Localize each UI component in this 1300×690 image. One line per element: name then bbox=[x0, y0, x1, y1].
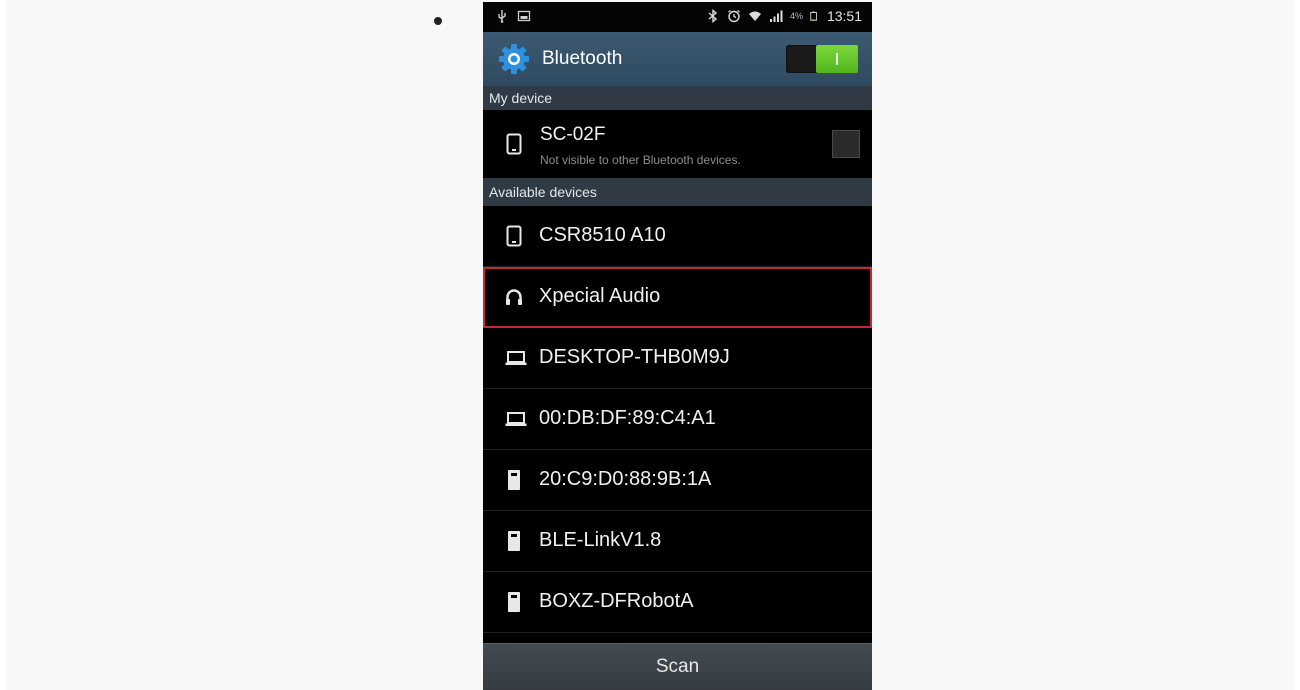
status-clock: 13:51 bbox=[826, 8, 862, 24]
device-name: CSR8510 A10 bbox=[539, 224, 666, 246]
section-header-available: Available devices bbox=[483, 178, 872, 206]
wifi-icon bbox=[748, 11, 761, 21]
device-row[interactable]: DESKTOP-THB0M9J bbox=[483, 328, 872, 389]
scan-button[interactable]: Scan bbox=[483, 643, 872, 690]
settings-gear-icon[interactable] bbox=[497, 42, 531, 76]
device-icon bbox=[508, 592, 520, 612]
headphones-icon bbox=[506, 289, 522, 305]
page-title: Bluetooth bbox=[542, 48, 623, 69]
battery-percent: 4% bbox=[789, 11, 803, 21]
device-icon bbox=[508, 531, 520, 551]
alarm-icon bbox=[728, 9, 740, 23]
phone-icon bbox=[506, 133, 522, 155]
my-device-name: SC-02F bbox=[540, 124, 606, 145]
device-name: BLE-LinkV1.8 bbox=[539, 529, 662, 551]
action-bar: Bluetooth bbox=[483, 32, 872, 86]
my-device-visibility: Not visible to other Bluetooth devices. bbox=[540, 153, 741, 167]
bluetooth-toggle[interactable] bbox=[786, 45, 858, 73]
visibility-checkbox[interactable] bbox=[832, 130, 860, 158]
phone-icon bbox=[506, 225, 522, 247]
device-row[interactable]: 00:DB:DF:89:C4:A1 bbox=[483, 389, 872, 450]
bluetooth-icon bbox=[708, 9, 718, 23]
laptop-icon bbox=[505, 412, 527, 426]
device-row[interactable]: BLE-LinkV1.8 bbox=[483, 511, 872, 572]
device-row[interactable]: BOXZ-DFRobotA bbox=[483, 572, 872, 633]
my-device-row[interactable]: SC-02F Not visible to other Bluetooth de… bbox=[483, 110, 872, 178]
status-bar: 4% 13:51 bbox=[483, 2, 872, 32]
list-bullet bbox=[434, 17, 442, 25]
phone-screen: 4% 13:51 Bluetooth My device SC-02F Not … bbox=[483, 2, 872, 690]
device-name: BOXZ-DFRobotA bbox=[539, 590, 694, 612]
battery-icon bbox=[810, 11, 817, 21]
device-row-selected[interactable]: Xpecial Audio bbox=[483, 267, 872, 328]
available-device-list: CSR8510 A10 Xpecial Audio DESKTOP-THB0M9… bbox=[483, 206, 872, 633]
device-icon bbox=[508, 470, 520, 490]
device-row[interactable]: CSR8510 A10 bbox=[483, 206, 872, 267]
device-name: Xpecial Audio bbox=[539, 285, 661, 307]
device-name: 00:DB:DF:89:C4:A1 bbox=[539, 407, 716, 429]
device-name: 20:C9:D0:88:9B:1A bbox=[539, 468, 712, 490]
image-icon bbox=[517, 10, 531, 22]
usb-icon bbox=[498, 10, 506, 23]
toggle-knob bbox=[816, 45, 858, 73]
section-header-my-device: My device bbox=[483, 86, 872, 110]
device-row[interactable]: 20:C9:D0:88:9B:1A bbox=[483, 450, 872, 511]
device-name: DESKTOP-THB0M9J bbox=[539, 346, 730, 368]
signal-icon bbox=[769, 10, 783, 22]
laptop-icon bbox=[505, 351, 527, 365]
